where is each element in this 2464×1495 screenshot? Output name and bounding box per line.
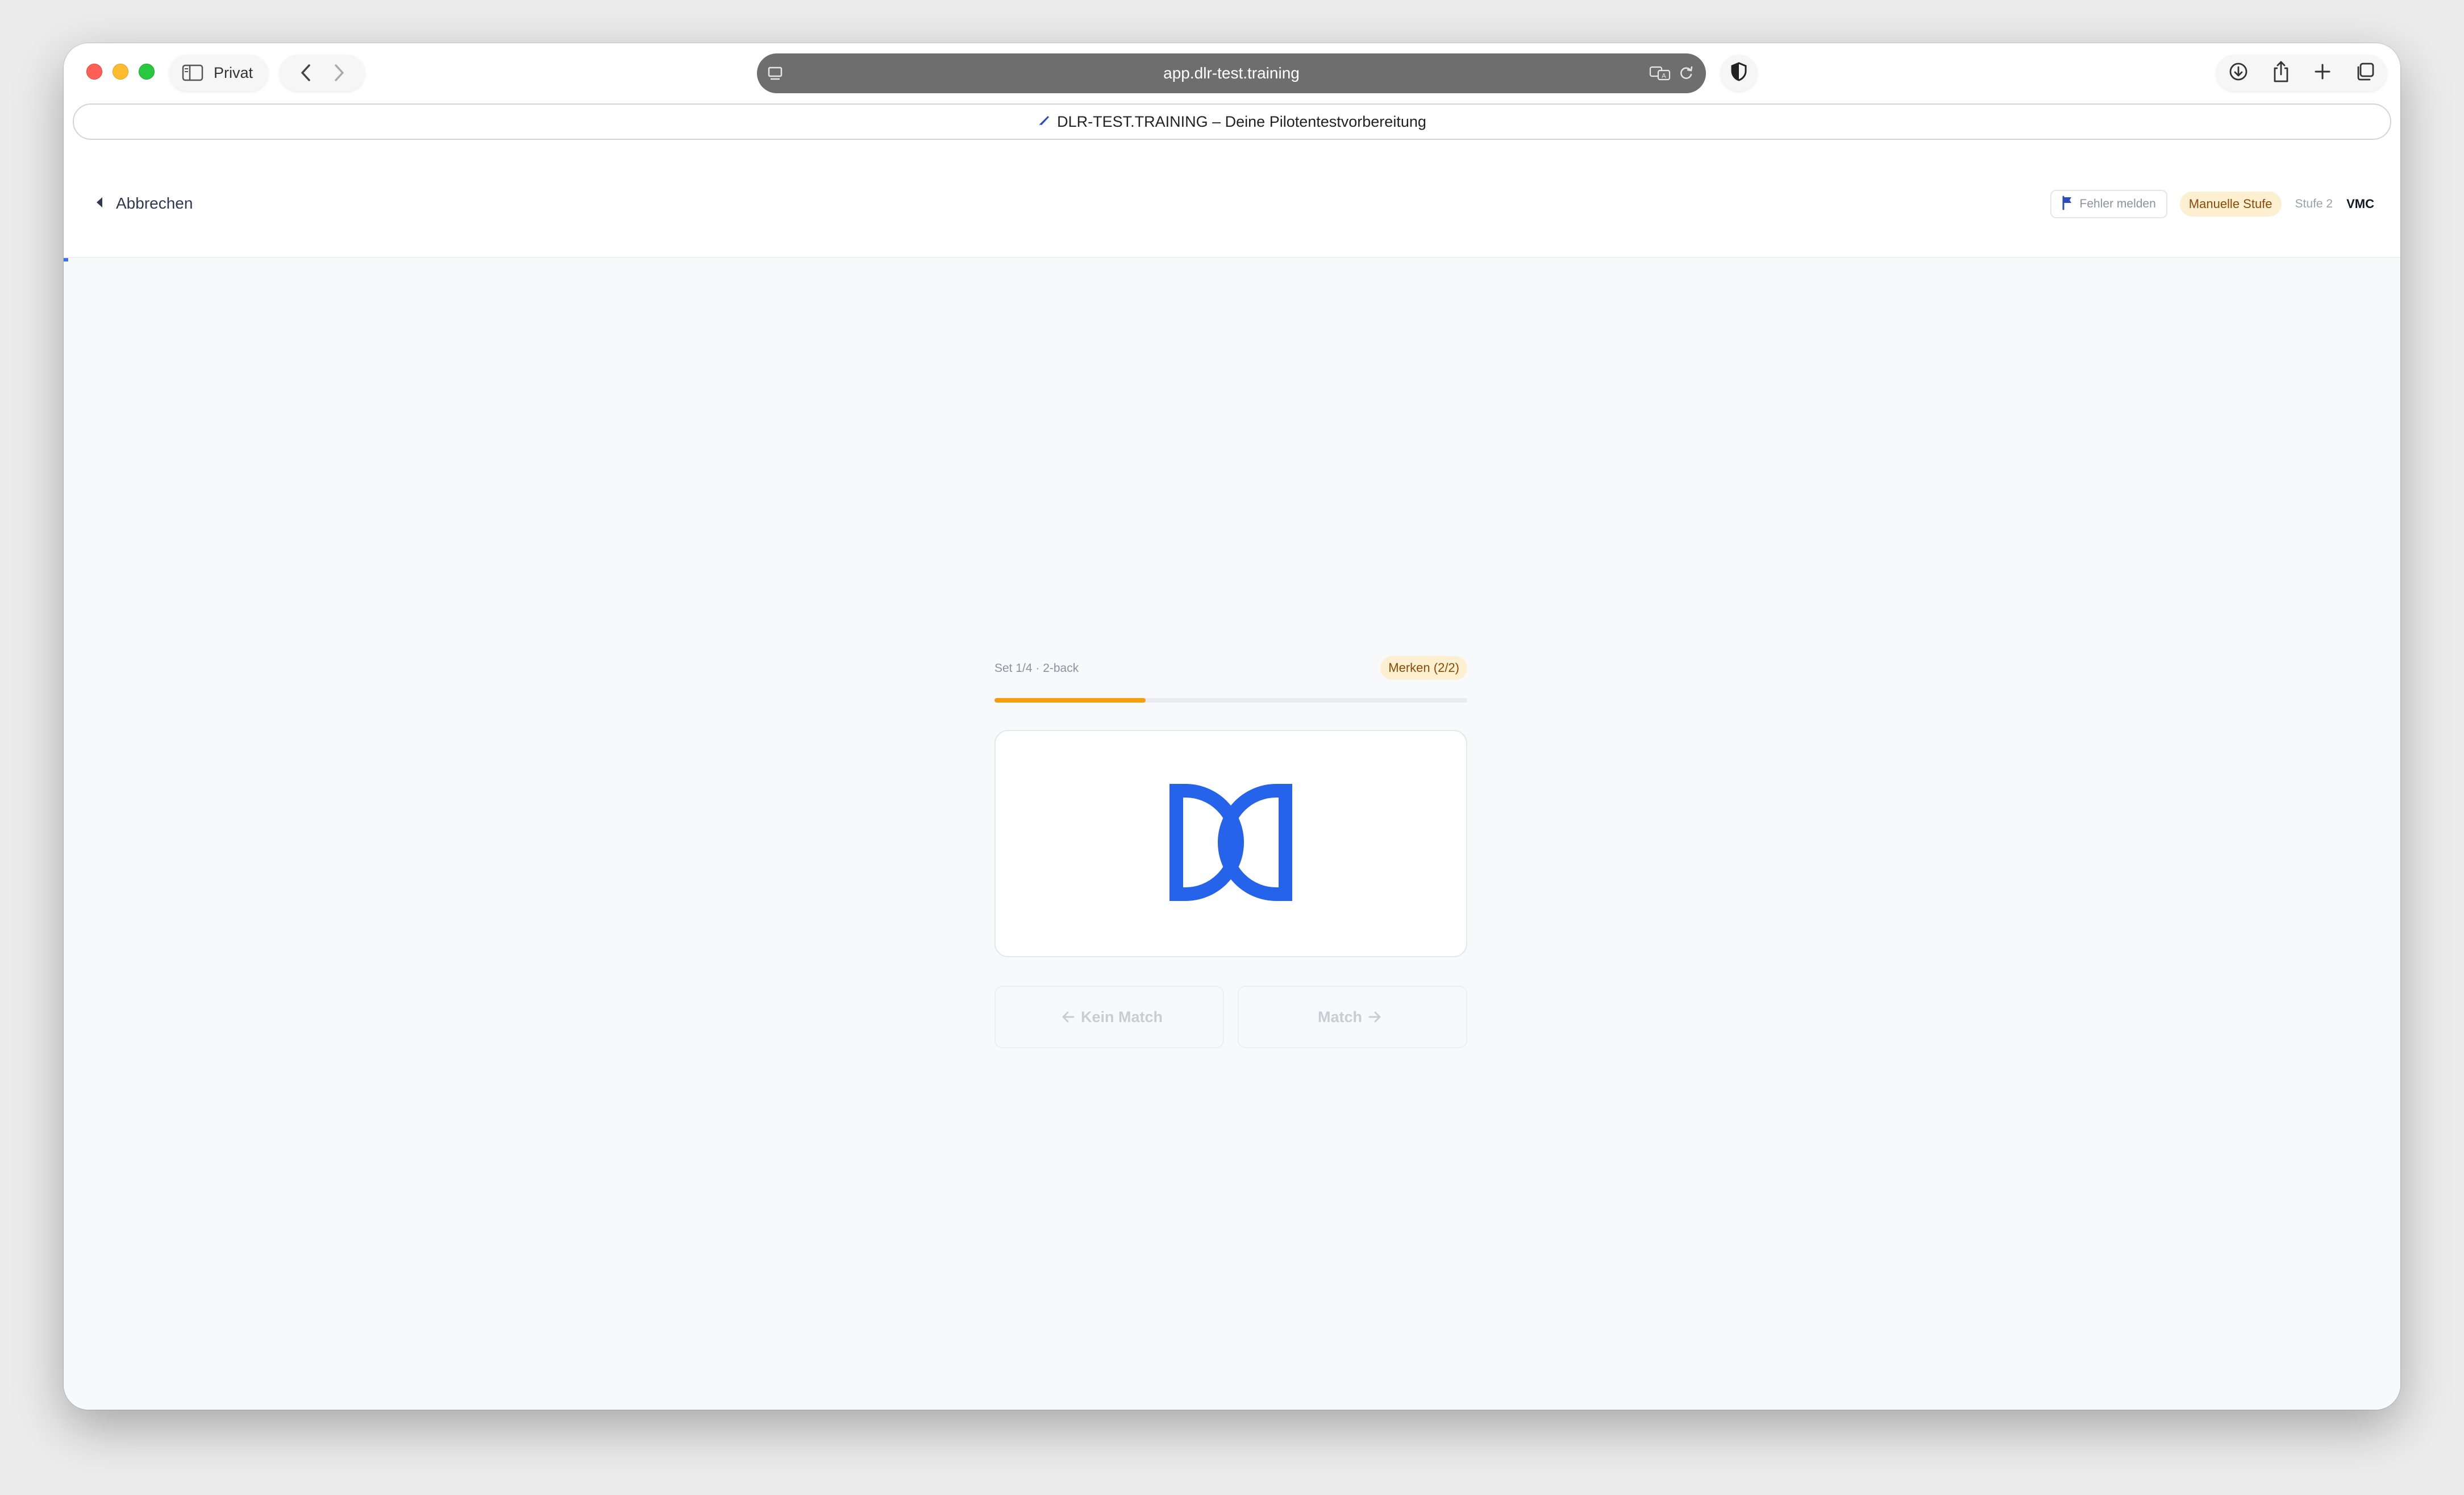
page-settings-icon[interactable]: [767, 65, 783, 84]
download-icon[interactable]: [2228, 61, 2249, 85]
address-bar[interactable]: app.dlr-test.training A: [757, 53, 1706, 93]
zoom-window-button[interactable]: [139, 64, 155, 80]
minimize-window-button[interactable]: [113, 64, 128, 80]
profile-button[interactable]: Privat: [169, 55, 268, 91]
active-tab[interactable]: DLR-TEST.TRAINING – Deine Pilotentestvor…: [73, 103, 2391, 140]
task-progress-fill: [994, 698, 1146, 703]
share-icon[interactable]: [2272, 60, 2290, 86]
report-error-label: Fehler melden: [2079, 197, 2156, 210]
reload-icon[interactable]: [1678, 65, 1695, 85]
task-meta: Set 1/4 · 2-back Merken (2/2): [994, 656, 1467, 683]
browser-window: Privat app.dlr-test.training A DLR-TEST.…: [64, 43, 2400, 1410]
flight-mode-label: VMC: [2346, 197, 2374, 211]
no-match-button[interactable]: Kein Match: [994, 986, 1224, 1048]
shield-icon: [1730, 61, 1747, 84]
translate-icon[interactable]: A: [1649, 66, 1672, 84]
profile-label: Privat: [214, 64, 253, 81]
sidebar-icon: [182, 64, 203, 81]
browser-toolbar: Privat app.dlr-test.training A: [64, 43, 2400, 100]
forward-arrow-icon[interactable]: [333, 63, 346, 82]
report-error-button[interactable]: Fehler melden: [2050, 190, 2167, 218]
set-info: Set 1/4 · 2-back: [994, 662, 1079, 675]
stage-badge: Manuelle Stufe: [2179, 192, 2282, 217]
cancel-label: Abbrechen: [116, 194, 193, 212]
new-tab-icon[interactable]: [2313, 63, 2332, 84]
back-arrow-icon[interactable]: [299, 63, 312, 82]
arrow-left-icon: [1062, 1011, 1075, 1023]
cancel-button[interactable]: Abbrechen: [95, 194, 193, 213]
flag-icon: [2062, 196, 2073, 213]
address-url: app.dlr-test.training: [1163, 64, 1300, 82]
match-label: Match: [1317, 1008, 1362, 1025]
privacy-shield-button[interactable]: [1721, 55, 1757, 91]
tab-title: DLR-TEST.TRAINING – Deine Pilotentestvor…: [1057, 113, 1426, 130]
stage-level: Stufe 2: [2295, 197, 2333, 210]
answer-buttons: Kein Match Match: [994, 986, 1467, 1048]
main-content: Set 1/4 · 2-back Merken (2/2) Kein Match…: [64, 258, 2400, 1410]
page-progress-indicator: [64, 258, 68, 261]
tab-overview-icon[interactable]: [2355, 61, 2375, 85]
phase-badge: Merken (2/2): [1380, 656, 1467, 680]
svg-text:A: A: [1662, 72, 1666, 80]
browser-actions: [2216, 55, 2387, 91]
no-match-label: Kein Match: [1080, 1008, 1163, 1025]
caret-left-icon: [95, 196, 103, 211]
app-header: Abbrechen Fehler melden Manuelle Stufe S…: [64, 149, 2400, 258]
site-favicon-icon: [1038, 114, 1050, 130]
close-window-button[interactable]: [86, 64, 102, 80]
n-back-task: Set 1/4 · 2-back Merken (2/2) Kein Match…: [994, 656, 1467, 1048]
navigation-buttons: [280, 55, 365, 91]
stimulus-card: [994, 730, 1467, 957]
mirrored-d-shape-icon: [1168, 783, 1293, 905]
task-progress-bar: [994, 698, 1467, 703]
match-button[interactable]: Match: [1238, 986, 1467, 1048]
header-status: Fehler melden Manuelle Stufe Stufe 2 VMC: [2050, 190, 2374, 218]
arrow-right-icon: [1368, 1011, 1381, 1023]
